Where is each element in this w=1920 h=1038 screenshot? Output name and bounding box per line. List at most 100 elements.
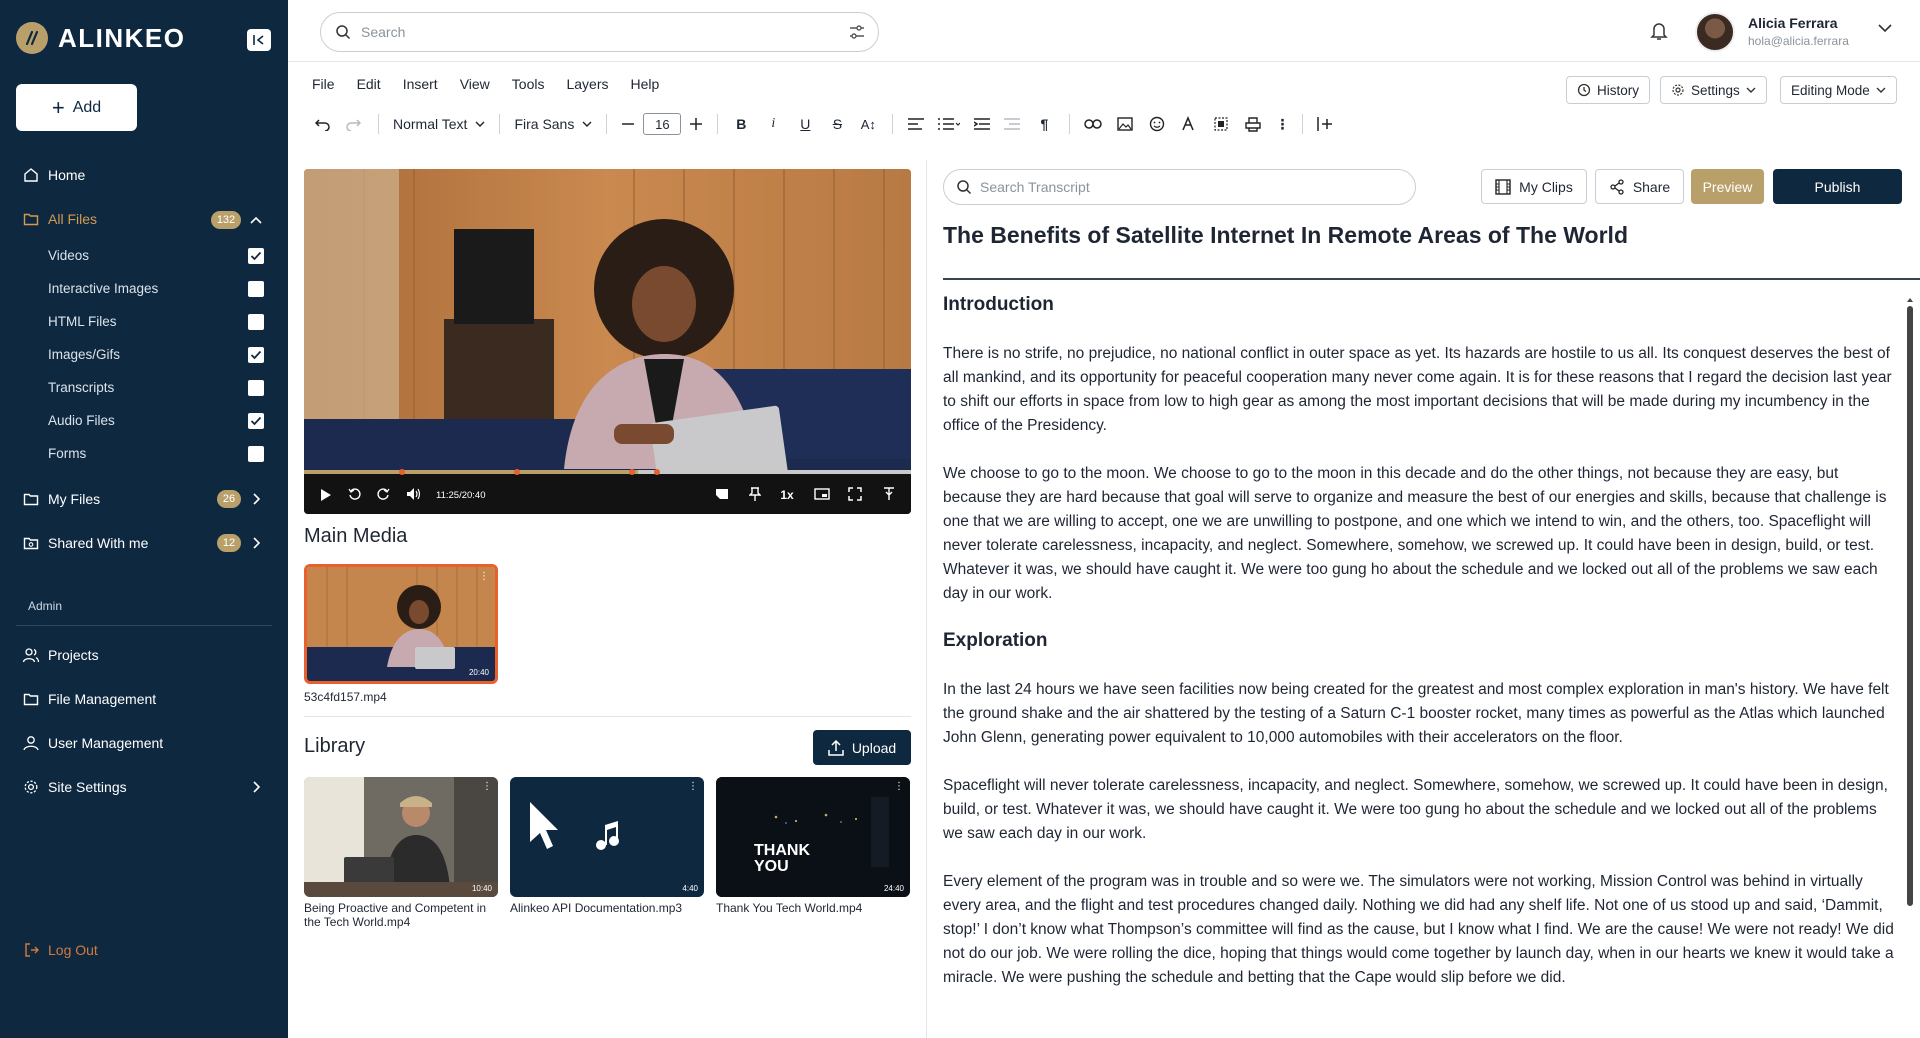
increase-font-size-icon[interactable] xyxy=(689,112,703,136)
chevron-right-icon[interactable] xyxy=(249,492,263,506)
notification-bell-icon[interactable] xyxy=(1650,21,1668,41)
sidebar-item-projects[interactable]: Projects xyxy=(22,646,99,664)
logout-button[interactable]: Log Out xyxy=(24,942,98,958)
print-stamp-icon[interactable] xyxy=(1244,112,1262,136)
collapse-sidebar-button[interactable] xyxy=(247,29,271,51)
library-title: Library xyxy=(304,735,366,757)
align-left-icon[interactable] xyxy=(907,112,925,136)
transcript-search-input[interactable]: Search Transcript xyxy=(943,169,1416,205)
sidebar-item-file-management[interactable]: File Management xyxy=(22,690,156,708)
chapter-marker[interactable] xyxy=(654,469,660,475)
sidebar-item-home[interactable]: Home xyxy=(22,166,85,184)
numbered-list-icon[interactable] xyxy=(937,112,961,136)
history-button[interactable]: History xyxy=(1566,76,1651,104)
trim-icon[interactable] xyxy=(882,486,896,502)
video-progress-bar[interactable] xyxy=(304,469,911,475)
menu-layers[interactable]: Layers xyxy=(566,76,608,92)
thumbnail-more-icon[interactable]: ⋮ xyxy=(482,781,492,792)
playback-speed-button[interactable]: 1x xyxy=(778,487,796,503)
thumbnail-more-icon[interactable]: ⋮ xyxy=(894,781,904,792)
transcript-document[interactable]: Introduction There is no strife, no prej… xyxy=(943,290,1895,1038)
checkbox-audio-files[interactable] xyxy=(248,413,264,429)
chevron-down-icon[interactable] xyxy=(1878,24,1892,33)
sidebar-item-all-files[interactable]: All Files xyxy=(22,210,97,228)
sidebar-item-user-management[interactable]: User Management xyxy=(22,734,163,752)
main-media-thumbnail[interactable]: ⋮ 20:40 xyxy=(304,564,498,684)
chapter-marker[interactable] xyxy=(629,469,635,475)
bold-icon[interactable]: B xyxy=(732,112,750,136)
paragraph-icon[interactable]: ¶ xyxy=(1033,112,1055,136)
my-clips-label: My Clips xyxy=(1519,178,1573,195)
add-button[interactable]: + Add xyxy=(16,84,137,131)
indent-icon[interactable] xyxy=(973,112,991,136)
upload-button[interactable]: Upload xyxy=(813,730,911,765)
outdent-icon[interactable] xyxy=(1003,112,1021,136)
more-options-icon[interactable]: ⋮ xyxy=(1275,112,1289,136)
preview-button[interactable]: Preview xyxy=(1691,169,1764,204)
menu-insert[interactable]: Insert xyxy=(403,76,438,92)
library-item-video[interactable]: ⋮ 10:40 xyxy=(304,777,498,897)
font-size-input[interactable]: 16 xyxy=(643,113,682,135)
checkbox-videos[interactable] xyxy=(248,248,264,264)
font-family-dropdown[interactable]: Fira Sans xyxy=(514,112,592,136)
publish-button[interactable]: Publish xyxy=(1773,169,1902,204)
checkbox-html-files[interactable] xyxy=(248,314,264,330)
captions-icon[interactable] xyxy=(715,486,729,502)
chevron-right-icon[interactable] xyxy=(249,780,263,794)
picture-in-picture-icon[interactable] xyxy=(814,486,830,502)
undo-icon[interactable] xyxy=(312,112,334,136)
image-icon[interactable] xyxy=(1116,112,1134,136)
menu-file[interactable]: File xyxy=(312,76,335,92)
thumbnail-more-icon[interactable]: ⋮ xyxy=(479,571,489,582)
text-style-dropdown[interactable]: Normal Text xyxy=(393,112,485,136)
checkbox-transcripts[interactable] xyxy=(248,380,264,396)
pin-icon[interactable] xyxy=(748,486,762,502)
chapter-marker[interactable] xyxy=(399,469,405,475)
video-player[interactable] xyxy=(304,169,911,514)
checkbox-images-gifs[interactable] xyxy=(248,347,264,363)
sidebar-item-site-settings[interactable]: Site Settings xyxy=(22,778,127,796)
scroll-up-arrow-icon[interactable] xyxy=(1906,296,1914,304)
checkbox-forms[interactable] xyxy=(248,446,264,462)
link-icon[interactable] xyxy=(1084,112,1103,136)
emoji-icon[interactable] xyxy=(1148,112,1166,136)
chapter-marker[interactable] xyxy=(514,469,520,475)
library-item-name: Being Proactive and Competent in the Tec… xyxy=(304,901,487,929)
share-button[interactable]: Share xyxy=(1595,169,1684,204)
insert-add-icon[interactable] xyxy=(1317,112,1335,136)
text-case-icon[interactable]: A↕ xyxy=(858,112,878,136)
settings-dropdown[interactable]: Settings xyxy=(1660,76,1767,104)
strikethrough-icon[interactable]: S xyxy=(828,112,846,136)
my-clips-button[interactable]: My Clips xyxy=(1481,169,1587,204)
menu-help[interactable]: Help xyxy=(631,76,660,92)
play-icon[interactable] xyxy=(319,487,333,503)
thumbnail-more-icon[interactable]: ⋮ xyxy=(688,781,698,792)
text-color-icon[interactable] xyxy=(1180,112,1198,136)
transcript-scrollbar-thumb[interactable] xyxy=(1907,306,1913,906)
table-grid-icon[interactable] xyxy=(1212,112,1230,136)
filter-sliders-icon[interactable] xyxy=(848,23,866,41)
editing-mode-dropdown[interactable]: Editing Mode xyxy=(1780,76,1897,104)
fullscreen-icon[interactable] xyxy=(848,486,862,502)
checkbox-interactive-images[interactable] xyxy=(248,281,264,297)
user-avatar[interactable] xyxy=(1695,12,1735,52)
volume-icon[interactable] xyxy=(406,486,422,502)
chevron-right-icon[interactable] xyxy=(249,536,263,550)
menu-edit[interactable]: Edit xyxy=(357,76,381,92)
rewind-icon[interactable] xyxy=(348,486,362,502)
sidebar-item-my-files[interactable]: My Files xyxy=(22,490,100,508)
decrease-font-size-icon[interactable] xyxy=(621,112,635,136)
redo-icon[interactable] xyxy=(342,112,364,136)
forward-icon[interactable] xyxy=(376,486,390,502)
menu-view[interactable]: View xyxy=(460,76,490,92)
menu-tools[interactable]: Tools xyxy=(512,76,545,92)
sidebar-item-shared-with-me[interactable]: Shared With me xyxy=(22,534,148,552)
underline-icon[interactable]: U xyxy=(796,112,814,136)
chevron-up-icon[interactable] xyxy=(249,213,263,227)
italic-icon[interactable]: i xyxy=(764,112,782,136)
brand-logo[interactable]: ALINKEO xyxy=(16,22,186,54)
upload-label: Upload xyxy=(851,739,897,756)
global-search-input[interactable]: Search xyxy=(320,12,879,52)
library-item-video[interactable]: THANK YOU ⋮ 24:40 xyxy=(716,777,910,897)
library-item-audio[interactable]: ⋮ 4:40 xyxy=(510,777,704,897)
